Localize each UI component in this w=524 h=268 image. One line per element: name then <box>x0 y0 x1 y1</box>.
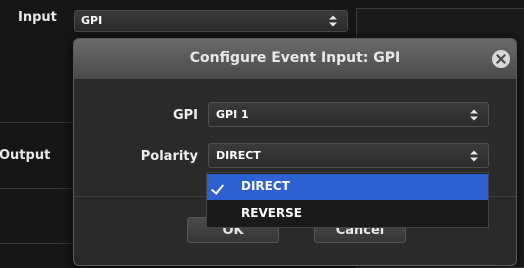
polarity-label: Polarity <box>140 149 198 164</box>
input-select-value: GPI <box>81 14 103 27</box>
gpi-label: GPI <box>172 108 198 123</box>
select-arrows-icon <box>470 150 478 161</box>
polarity-select[interactable]: DIRECT <box>208 143 489 168</box>
gpi-select[interactable]: GPI 1 <box>208 102 489 127</box>
output-label: Output <box>0 148 51 163</box>
close-icon[interactable] <box>492 50 510 68</box>
divider <box>0 243 73 244</box>
dropdown-option-direct[interactable]: DIRECT <box>207 174 488 200</box>
divider <box>0 188 73 189</box>
dialog-title: Configure Event Input: GPI <box>189 50 401 66</box>
checkmark-icon <box>210 181 225 195</box>
divider <box>0 122 73 123</box>
polarity-select-value: DIRECT <box>216 149 261 162</box>
polarity-dropdown-list: DIRECT REVERSE <box>206 172 489 228</box>
dialog-header: Configure Event Input: GPI <box>74 39 516 80</box>
select-arrows-icon <box>470 109 478 120</box>
option-label: REVERSE <box>241 206 303 220</box>
gpi-select-value: GPI 1 <box>216 108 249 121</box>
select-arrows-icon <box>329 15 337 27</box>
configure-event-dialog: Configure Event Input: GPI GPI GPI 1 Pol… <box>73 38 517 266</box>
input-label: Input <box>18 10 57 25</box>
input-select[interactable]: GPI <box>74 10 348 32</box>
option-label: DIRECT <box>241 179 290 193</box>
dropdown-option-reverse[interactable]: REVERSE <box>207 201 488 227</box>
